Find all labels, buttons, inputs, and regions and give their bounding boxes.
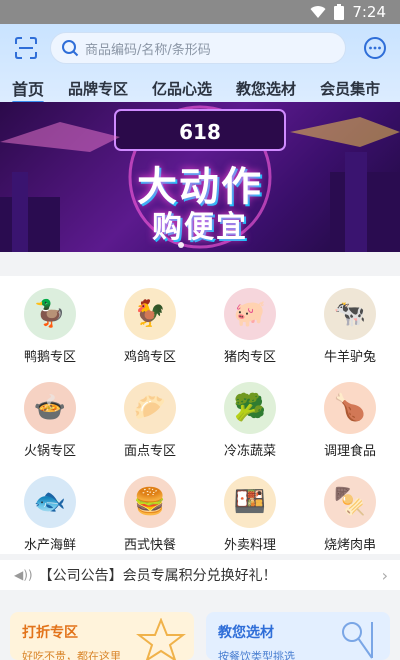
category-prepared[interactable]: 🍗 调理食品 [300, 370, 400, 460]
category-label: 水产海鲜 [23, 538, 76, 553]
utensils-icon [342, 622, 373, 659]
chicken-icon: 🐓 [124, 288, 176, 340]
category-label: 烧烤肉串 [323, 538, 376, 553]
category-label: 外卖料理 [223, 538, 276, 553]
banner-618: 618 [179, 120, 221, 144]
tab-member-market[interactable]: 会员集市 [308, 78, 392, 99]
speaker-icon: ◀)) [14, 568, 33, 582]
category-label: 调理食品 [323, 444, 376, 459]
pig-icon: 🐖 [224, 288, 276, 340]
burger-icon: 🍔 [124, 476, 176, 528]
category-label: 鸡鸽专区 [123, 350, 176, 365]
category-hotpot[interactable]: 🍲 火锅专区 [0, 370, 100, 460]
chevron-right-icon: › [381, 565, 388, 585]
announcement-text: 【公司公告】会员专属积分兑换好礼！ [38, 568, 277, 584]
search-placeholder: 商品编码/名称/条形码 [85, 42, 211, 58]
status-time: 7:24 [352, 3, 386, 21]
category-tabs: 首页 品牌专区 亿品心选 教您选材 会员集市 [0, 74, 400, 104]
category-label: 猪肉专区 [223, 350, 276, 365]
category-fastfood[interactable]: 🍔 西式快餐 [100, 464, 200, 554]
scan-button[interactable] [12, 34, 40, 62]
tab-home[interactable]: 首页 [0, 76, 56, 104]
promo-banner[interactable]: 618 大动作 购便宜 [0, 102, 400, 252]
tab-brand-zone[interactable]: 品牌专区 [56, 78, 140, 99]
fried-chicken-icon: 🍗 [324, 382, 376, 434]
category-seafood[interactable]: 🐟 水产海鲜 [0, 464, 100, 554]
category-duck[interactable]: 🦆 鸭鹅专区 [0, 276, 100, 366]
category-bun[interactable]: 🥟 面点专区 [100, 370, 200, 460]
duck-icon: 🦆 [24, 288, 76, 340]
banner-subheadline: 购便宜 [152, 210, 248, 245]
wifi-icon [310, 5, 326, 19]
takeout-icon: 🍱 [224, 476, 276, 528]
category-label: 鸭鹅专区 [23, 350, 76, 365]
hotpot-icon: 🍲 [24, 382, 76, 434]
message-button[interactable] [362, 35, 388, 61]
star-icon [136, 618, 186, 660]
search-icon [59, 37, 81, 59]
fish-icon: 🐟 [24, 476, 76, 528]
bun-icon: 🥟 [124, 382, 176, 434]
vegetable-icon: 🥦 [224, 382, 276, 434]
chat-icon [364, 37, 386, 59]
discount-zone-card[interactable]: 打折专区 好吃不贵，都在这里 [10, 612, 194, 660]
search-input[interactable]: 商品编码/名称/条形码 [50, 32, 346, 64]
category-label: 面点专区 [123, 444, 176, 459]
category-vegetable[interactable]: 🥦 冷冻蔬菜 [200, 370, 300, 460]
skewer-icon: 🍢 [324, 476, 376, 528]
category-chicken[interactable]: 🐓 鸡鸽专区 [100, 276, 200, 366]
announcement-bar[interactable]: ◀)) 【公司公告】会员专属积分兑换好礼！ › [0, 560, 400, 590]
cow-icon: 🐄 [324, 288, 376, 340]
category-label: 冷冻蔬菜 [223, 444, 276, 459]
category-pork[interactable]: 🐖 猪肉专区 [200, 276, 300, 366]
tab-material-guide[interactable]: 教您选材 [224, 78, 308, 99]
category-takeout[interactable]: 🍱 外卖料理 [200, 464, 300, 554]
category-beef[interactable]: 🐄 牛羊驴兔 [300, 276, 400, 366]
category-bbq[interactable]: 🍢 烧烤肉串 [300, 464, 400, 554]
battery-icon [334, 4, 345, 20]
carousel-indicator [178, 242, 184, 248]
category-label: 西式快餐 [123, 538, 176, 553]
tab-selected[interactable]: 亿品心选 [140, 78, 224, 99]
category-label: 牛羊驴兔 [323, 350, 376, 365]
category-grid: 🦆 鸭鹅专区 🐓 鸡鸽专区 🐖 猪肉专区 🐄 牛羊驴兔 🍲 火锅专区 🥟 面点专… [0, 276, 400, 554]
status-bar: 7:24 [0, 0, 400, 24]
category-label: 火锅专区 [23, 444, 76, 459]
material-guide-card[interactable]: 教您选材 按餐饮类型挑选 [206, 612, 390, 660]
header: 商品编码/名称/条形码 首页 品牌专区 亿品心选 教您选材 会员集市 [0, 24, 400, 104]
scan-icon [15, 37, 37, 59]
